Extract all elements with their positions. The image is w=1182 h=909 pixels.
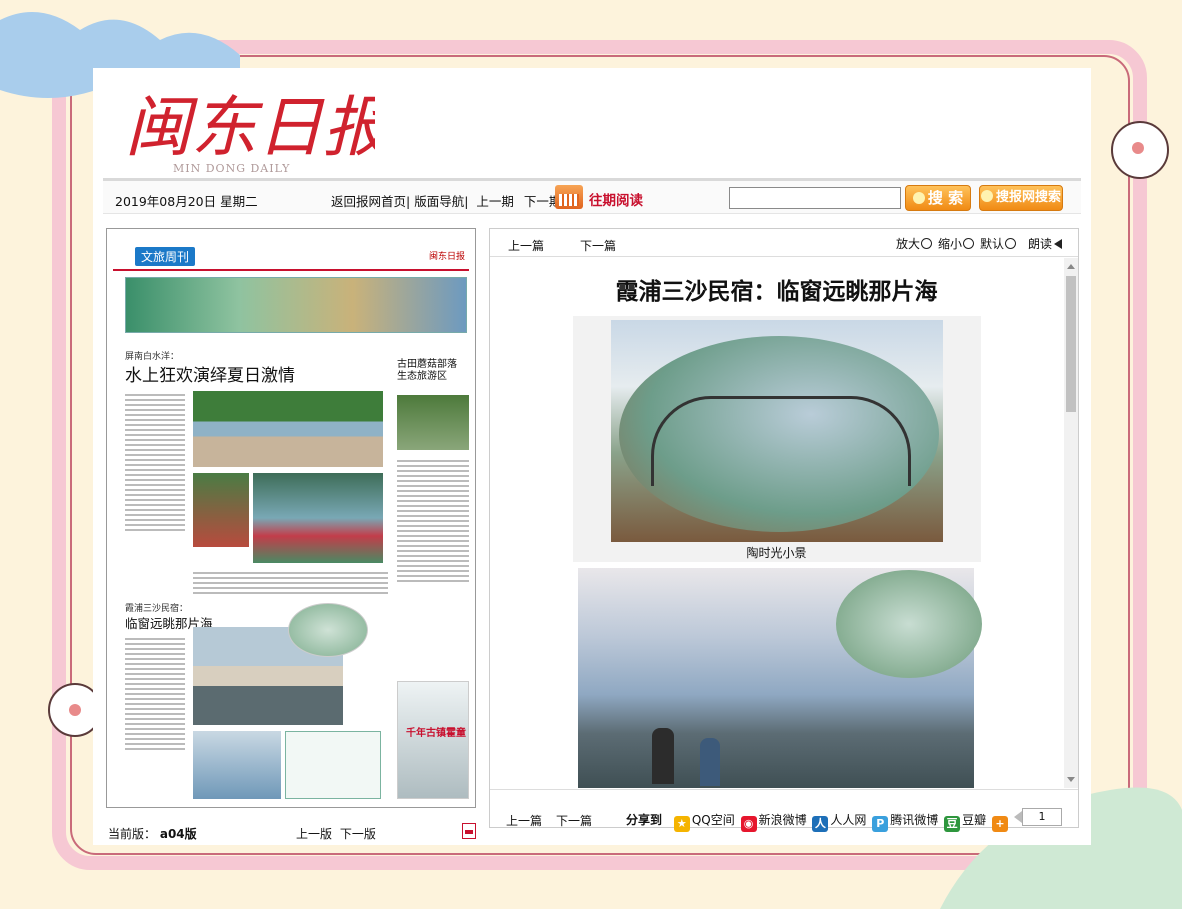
search-icon	[980, 190, 993, 202]
text-column	[125, 391, 185, 534]
next-article-link-bottom[interactable]: 下一篇	[556, 812, 592, 829]
nav-home-link[interactable]: 返回报网首页|	[331, 194, 410, 209]
nav-section-link[interactable]: 版面导航|	[414, 194, 468, 209]
share-qzone-label: QQ空间	[691, 813, 735, 827]
scroll-up-arrow-icon[interactable]	[1067, 264, 1075, 269]
search-icon	[912, 192, 925, 204]
article-photo-seaview	[578, 568, 982, 788]
prev-page-link[interactable]: 上一版	[296, 827, 332, 841]
article-scrollbar[interactable]	[1064, 258, 1078, 788]
next-article-link[interactable]: 下一篇	[580, 237, 616, 254]
person-silhouette	[652, 728, 674, 784]
share-more-plus-icon[interactable]: +	[991, 816, 1008, 832]
share-douban[interactable]: 豆豆瓣	[944, 813, 987, 832]
share-count: 1	[1022, 808, 1062, 826]
nav-prev-issue-link[interactable]: 上一期	[476, 194, 514, 209]
seaview-oval-inset	[836, 570, 982, 678]
article1-headline[interactable]: 水上狂欢演绎夏日激情	[125, 361, 295, 386]
article-toolbar: 上一篇 下一篇 放大 缩小 默认 朗读	[490, 229, 1078, 257]
article3-photo-small	[193, 731, 281, 799]
zoom-out-icon[interactable]	[962, 238, 974, 249]
mini-masthead: 闽东日报	[428, 252, 465, 262]
article-panel: 上一篇 下一篇 放大 缩小 默认 朗读 霞浦三沙民宿：临窗远眺那片海 陶时光小景	[489, 228, 1079, 832]
text-column	[397, 457, 469, 585]
article1-photo-small	[193, 473, 249, 547]
prev-article-link[interactable]: 上一篇	[508, 237, 544, 254]
default-size-icon[interactable]	[1004, 238, 1016, 249]
past-issues-link[interactable]: 往期阅读	[589, 189, 643, 209]
search-button-label: 搜 索	[927, 189, 964, 207]
toolbar: 2019年08月20日 星期二 返回报网首页| 版面导航| 上一期 下一期| 往…	[103, 178, 1081, 214]
counter-arrow	[1014, 811, 1022, 823]
share-weibo-label: 新浪微博	[758, 813, 807, 827]
newspaper-layout: 文旅周刊 闽东日报 屏南白水洋： 水上狂欢演绎夏日激情 古田蘑菇部落 生态旅游区…	[113, 235, 469, 801]
tourism-ad-text: 千年古镇霍童	[406, 728, 466, 739]
site-search-button-label: 搜报网搜索	[995, 190, 1061, 205]
scroll-down-arrow-icon[interactable]	[1067, 777, 1075, 782]
article-tools: 放大 缩小 默认 朗读	[896, 235, 1062, 252]
share-bar: 分享到 ★ QQ空间 ◉ 新浪微博 人人人网 P 腾讯微博 豆豆瓣 +	[626, 811, 1010, 832]
tourism-ad: 千年古镇霍童	[397, 681, 469, 799]
article-content: 霞浦三沙民宿：临窗远眺那片海 陶时光小景	[490, 258, 1063, 788]
pdf-icon[interactable]	[462, 823, 476, 839]
balcony-image	[611, 320, 943, 542]
speaker-icon[interactable]	[1054, 239, 1062, 249]
calendar-icon[interactable]	[555, 185, 583, 209]
article2-photo	[397, 395, 469, 450]
article-footer: 上一篇 下一篇 分享到 ★ QQ空间 ◉ 新浪微博 人人人网 P 腾讯微博 豆豆瓣 +…	[490, 789, 1078, 832]
banner-ad	[125, 277, 467, 333]
text-column	[193, 569, 388, 597]
article-photo-balcony	[573, 316, 981, 562]
share-tencent-weibo-label: 腾讯微博	[890, 813, 939, 827]
section-header: 文旅周刊 闽东日报	[113, 243, 469, 271]
zoom-in-label[interactable]: 放大	[896, 237, 920, 251]
zoom-out-label[interactable]: 缩小	[938, 237, 962, 251]
site-search-button[interactable]: 搜报网搜索	[979, 185, 1063, 211]
article-title: 霞浦三沙民宿：临窗远眺那片海	[615, 279, 938, 305]
renren-icon: 人	[812, 816, 829, 832]
search-input[interactable]	[729, 187, 901, 209]
next-page-link[interactable]: 下一版	[340, 827, 376, 841]
search-button[interactable]: 搜 索	[905, 185, 971, 211]
share-renren[interactable]: 人人人网	[812, 813, 867, 832]
article1-photo-boats	[253, 473, 383, 563]
share-label: 分享到	[626, 813, 663, 827]
masthead-subtitle: MIN DONG DAILY	[173, 162, 291, 175]
zoom-in-icon[interactable]	[920, 238, 932, 249]
prev-article-link-bottom[interactable]: 上一篇	[506, 812, 542, 829]
svg-text:闽东日报: 闽东日报	[125, 89, 375, 162]
share-renren-label: 人人网	[830, 813, 867, 827]
share-weibo[interactable]: ◉ 新浪微博	[740, 813, 807, 832]
douban-icon: 豆	[944, 816, 961, 832]
article3-sidebar-box	[285, 731, 381, 799]
current-page-value: a04版	[159, 827, 197, 841]
flower-decoration	[1111, 121, 1169, 179]
article2-headline[interactable]: 古田蘑菇部落 生态旅游区	[397, 359, 469, 383]
current-page: 当前版： a04版	[108, 825, 197, 842]
current-page-label: 当前版：	[108, 827, 157, 841]
share-douban-label: 豆瓣	[962, 813, 987, 827]
masthead-logo: 闽东日报 MIN DONG DAILY	[125, 82, 396, 182]
scrollbar-thumb[interactable]	[1066, 276, 1076, 412]
text-column	[125, 635, 185, 753]
share-qzone[interactable]: ★ QQ空间	[673, 813, 735, 832]
issue-date: 2019年08月20日 星期二	[115, 194, 258, 209]
article3-photo-oval	[288, 603, 368, 657]
default-size-label[interactable]: 默认	[980, 237, 1004, 251]
weibo-icon: ◉	[740, 816, 757, 832]
newspaper-page-image[interactable]: 文旅周刊 闽东日报 屏南白水洋： 水上狂欢演绎夏日激情 古田蘑菇部落 生态旅游区…	[106, 228, 476, 808]
qzone-icon: ★	[673, 816, 690, 832]
balcony-railing	[651, 396, 911, 486]
toolbar-nav: 返回报网首页| 版面导航| 上一期 下一期|	[331, 191, 566, 210]
newspaper-page: 闽东日报 MIN DONG DAILY 2019年08月20日 星期二 返回报网…	[93, 68, 1091, 845]
person-silhouette	[700, 738, 720, 786]
article1-photo	[193, 391, 383, 467]
tencent-weibo-icon: P	[872, 816, 889, 832]
read-aloud-label[interactable]: 朗读	[1028, 237, 1052, 251]
page-prev-next: 上一版 下一版	[296, 825, 376, 842]
section-tag: 文旅周刊	[135, 247, 196, 266]
share-tencent-weibo[interactable]: P 腾讯微博	[872, 813, 939, 832]
logo-calligraphy: 闽东日报	[125, 89, 396, 166]
photo-caption: 陶时光小景	[746, 546, 807, 560]
